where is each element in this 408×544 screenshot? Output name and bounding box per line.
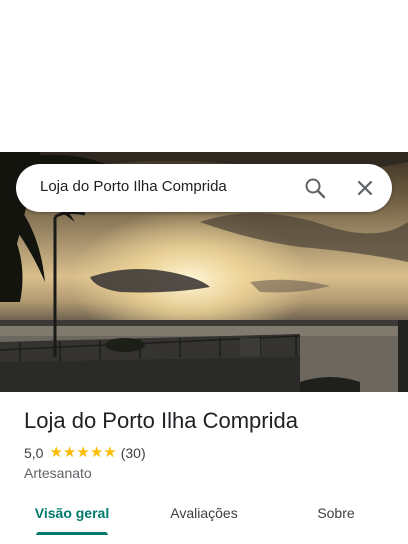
tab-label: Avaliações — [170, 505, 238, 521]
search-input[interactable]: Loja do Porto Ilha Comprida — [40, 178, 227, 195]
star-icon: ★ — [62, 444, 77, 461]
rating-value: 5,0 — [24, 445, 44, 461]
search-icon — [305, 178, 326, 199]
rating-row[interactable]: 5,0 ★ ★ ★ ★ ★ (30) — [24, 444, 146, 462]
active-tab-indicator — [36, 532, 108, 535]
tab-label: Visão geral — [34, 505, 110, 521]
tab-bar: Visão geral Avaliações Sobre — [0, 496, 408, 544]
star-rating: ★ ★ ★ ★ ★ — [49, 445, 116, 461]
star-icon: ★ — [49, 444, 63, 461]
place-name: Loja do Porto Ilha Comprida — [24, 408, 298, 433]
star-icon: ★ — [76, 444, 90, 461]
tab-about[interactable]: Sobre — [300, 496, 372, 536]
tab-reviews[interactable]: Avaliações — [156, 496, 252, 536]
place-category: Artesanato — [24, 465, 92, 481]
star-icon: ★ — [89, 444, 104, 461]
search-bar[interactable]: Loja do Porto Ilha Comprida — [16, 164, 392, 212]
tab-overview[interactable]: Visão geral — [24, 496, 120, 536]
close-button[interactable] — [353, 176, 377, 200]
review-count[interactable]: (30) — [121, 445, 146, 461]
close-icon — [357, 180, 373, 196]
search-button[interactable] — [303, 176, 327, 200]
star-icon: ★ — [103, 444, 117, 461]
tab-label: Sobre — [317, 505, 355, 521]
